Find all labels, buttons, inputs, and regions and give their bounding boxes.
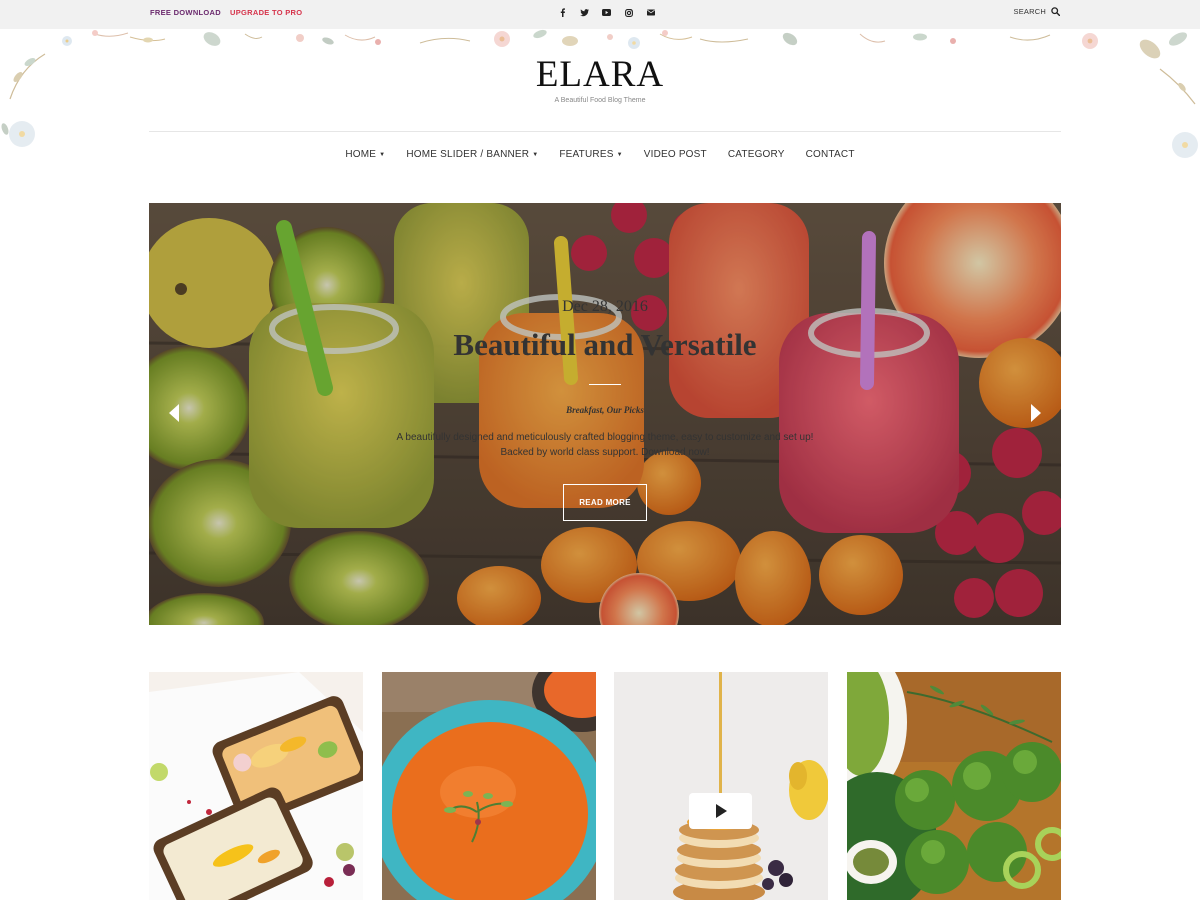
post-card[interactable] (847, 672, 1061, 900)
top-links: FREE DOWNLOAD UPGRADE TO PRO (150, 8, 302, 17)
nav-item-label: VIDEO POST (643, 149, 707, 160)
email-icon[interactable] (644, 6, 657, 19)
nav-item-home[interactable]: HOME ▼ (345, 149, 385, 160)
post-thumbnail (847, 672, 1061, 900)
upgrade-to-pro-link[interactable]: UPGRADE TO PRO (230, 8, 302, 17)
nav-item-label: HOME SLIDER / BANNER (406, 149, 530, 160)
post-grid (149, 672, 1061, 900)
nav-item-label: FEATURES (559, 149, 614, 160)
post-thumbnail (149, 672, 363, 900)
hero-slider: Dec 28, 2016 Beautiful and Versatile Bre… (149, 203, 1061, 625)
nav-item-features[interactable]: FEATURES ▼ (559, 149, 622, 160)
caret-down-icon: ▼ (379, 151, 386, 158)
play-icon (715, 804, 727, 818)
hero-title-divider (589, 384, 621, 385)
youtube-icon[interactable] (600, 6, 613, 19)
facebook-icon[interactable] (556, 6, 569, 19)
nav-item-label: HOME (345, 149, 377, 160)
search-label: SEARCH (1013, 7, 1046, 16)
post-thumbnail (382, 672, 596, 900)
caret-down-icon: ▼ (532, 151, 539, 158)
video-play-button[interactable] (689, 793, 752, 829)
nav-item-category[interactable]: CATEGORY (728, 149, 785, 160)
nav-item-video-post[interactable]: VIDEO POST (644, 149, 707, 160)
slider-prev-arrow-icon[interactable] (167, 403, 181, 423)
twitter-icon[interactable] (578, 6, 591, 19)
site-branding: ELARA A Beautiful Food Blog Theme (0, 55, 1200, 105)
search-toggle[interactable]: SEARCH (1014, 7, 1060, 16)
slider-next-arrow-icon[interactable] (1029, 403, 1043, 423)
hero-categories[interactable]: Breakfast, Our Picks (149, 405, 1061, 415)
caret-down-icon: ▼ (616, 151, 623, 158)
header-divider (149, 131, 1061, 132)
hero-description: A beautifully designed and meticulously … (396, 432, 814, 458)
site-title[interactable]: ELARA (0, 55, 1200, 95)
nav-item-label: CATEGORY (727, 149, 785, 160)
free-download-link[interactable]: FREE DOWNLOAD (150, 8, 221, 17)
social-links (556, 6, 657, 19)
search-icon (1051, 7, 1060, 16)
nav-item-home-slider-banner[interactable]: HOME SLIDER / BANNER ▼ (406, 149, 538, 160)
hero-title[interactable]: Beautiful and Versatile (149, 327, 1061, 363)
site-tagline: A Beautiful Food Blog Theme (554, 97, 646, 104)
post-thumbnail (614, 672, 828, 900)
nav-item-contact[interactable]: CONTACT (806, 149, 855, 160)
nav-item-label: CONTACT (805, 149, 855, 160)
instagram-icon[interactable] (622, 6, 635, 19)
hero-date: Dec 28, 2016 (562, 298, 648, 315)
main-navigation: HOME ▼ HOME SLIDER / BANNER ▼ FEATURES ▼… (0, 149, 1200, 160)
read-more-button[interactable]: READ MORE (563, 484, 647, 521)
post-card[interactable] (382, 672, 596, 900)
post-card[interactable] (149, 672, 363, 900)
top-bar: FREE DOWNLOAD UPGRADE TO PRO SEARCH (0, 0, 1200, 29)
post-card[interactable] (614, 672, 828, 900)
